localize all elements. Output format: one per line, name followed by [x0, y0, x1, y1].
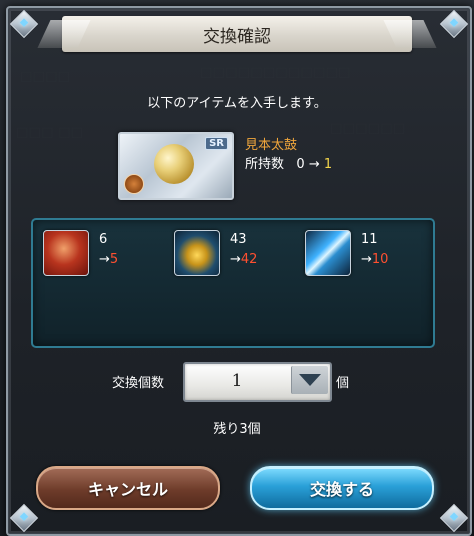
cost-count: 11: [361, 232, 378, 247]
item-thumbnail: SR: [118, 132, 234, 200]
dialog-title-bar: 交換確認: [62, 16, 412, 52]
owned-label: 所持数: [245, 157, 285, 172]
cost-remaining: →5: [99, 252, 118, 267]
cancel-button[interactable]: キャンセル: [36, 466, 220, 510]
gold-orb-icon: [174, 230, 220, 276]
arrow-icon: →: [308, 157, 320, 172]
remaining-value: 42: [240, 252, 258, 267]
owned-after: 1: [323, 157, 333, 172]
owned-count: 所持数 0 → 1: [245, 153, 332, 172]
remaining-value: 10: [371, 252, 389, 267]
arrow-icon: →: [361, 252, 372, 267]
cost-remaining: →10: [361, 252, 388, 267]
cancel-button-label: キャンセル: [87, 480, 168, 499]
corner-gem-icon: [9, 503, 39, 533]
cost-materials-panel: 6 →5 43 →42 11 →10: [31, 218, 435, 348]
corner-gem-icon: [439, 9, 469, 39]
owned-before: 0: [296, 157, 305, 172]
arrow-icon: →: [230, 252, 241, 267]
cost-count: 6: [99, 232, 108, 247]
quantity-value: 1: [231, 371, 243, 391]
dialog-title: 交換確認: [203, 26, 271, 47]
rarity-badge: SR: [205, 137, 228, 150]
quantity-unit: 個: [336, 376, 350, 391]
exchange-button-label: 交換する: [309, 480, 374, 499]
cost-count: 43: [230, 232, 247, 247]
quantity-label: 交換個数: [112, 376, 165, 391]
red-scroll-icon: [43, 230, 89, 276]
golden-bell-icon: [154, 144, 194, 184]
remaining-value: 5: [109, 252, 119, 267]
remaining-stock: 残り3個: [213, 422, 261, 437]
blue-crystal-shards-icon: [305, 230, 351, 276]
exchange-button[interactable]: 交換する: [250, 466, 434, 510]
item-name: 見本太鼓: [245, 138, 298, 153]
cost-remaining: →42: [230, 252, 257, 267]
arrow-icon: →: [99, 252, 110, 267]
quantity-dropdown-button[interactable]: [291, 366, 328, 394]
chevron-down-icon: [299, 374, 321, 386]
corner-gem-icon: [439, 503, 469, 533]
intro-message: 以下のアイテムを入手します。: [147, 96, 327, 111]
element-type-icon: [124, 174, 144, 194]
quantity-select[interactable]: 1: [183, 362, 332, 402]
corner-gem-icon: [9, 9, 39, 39]
